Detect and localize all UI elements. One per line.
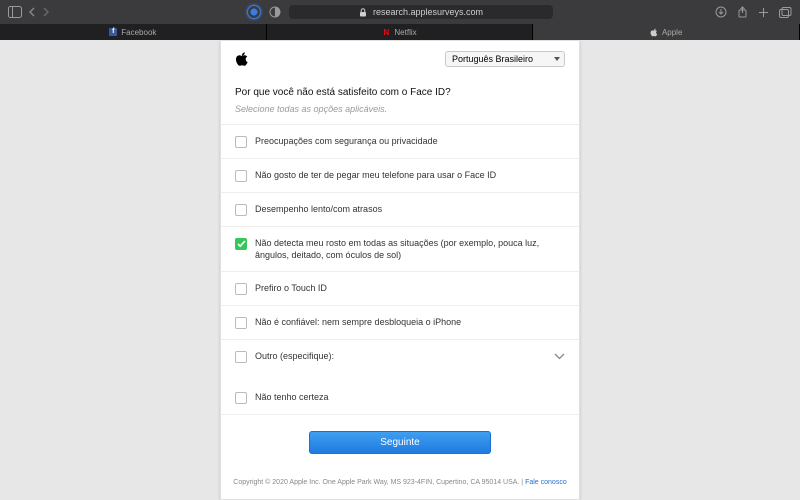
- checkbox[interactable]: [235, 170, 247, 182]
- tab-facebook[interactable]: f Facebook: [0, 24, 267, 40]
- tab-apple[interactable]: Apple: [533, 24, 800, 40]
- option-row[interactable]: Não é confiável: nem sempre desbloqueia …: [221, 306, 579, 340]
- option-row[interactable]: Não detecta meu rosto em todas as situaç…: [221, 227, 579, 272]
- apple-icon: [650, 28, 658, 36]
- page-viewport: Português Brasileiro Por que você não es…: [0, 40, 800, 500]
- survey-instruction: Selecione todas as opções aplicáveis.: [221, 102, 579, 124]
- footer-contact-link[interactable]: Fale conosco: [525, 479, 567, 486]
- privacy-report-icon[interactable]: [247, 5, 261, 19]
- checkbox[interactable]: [235, 204, 247, 216]
- option-row[interactable]: Desempenho lento/com atrasos: [221, 193, 579, 227]
- checkbox[interactable]: [235, 238, 247, 250]
- url-text: research.applesurveys.com: [373, 7, 483, 17]
- apple-logo-icon: [235, 51, 249, 67]
- lock-icon: [359, 8, 367, 17]
- option-row[interactable]: Não gosto de ter de pegar meu telefone p…: [221, 159, 579, 193]
- forward-button[interactable]: [42, 7, 50, 17]
- checkbox[interactable]: [235, 283, 247, 295]
- survey-question: Por que você não está satisfeito com o F…: [221, 73, 579, 102]
- downloads-icon[interactable]: [715, 6, 727, 18]
- checkbox[interactable]: [235, 317, 247, 329]
- next-button[interactable]: Seguinte: [309, 431, 490, 454]
- option-row[interactable]: Não tenho certeza: [221, 373, 579, 415]
- tab-label: Facebook: [121, 28, 156, 37]
- footer-copyright: Copyright © 2020 Apple Inc. One Apple Pa…: [233, 479, 525, 486]
- tab-label: Apple: [662, 28, 682, 37]
- sidebar-toggle-icon[interactable]: [8, 6, 22, 18]
- option-label: Preocupações com segurança ou privacidad…: [255, 135, 438, 147]
- language-select[interactable]: Português Brasileiro: [445, 51, 565, 67]
- footer: Copyright © 2020 Apple Inc. One Apple Pa…: [221, 472, 579, 498]
- option-label: Outro (especifique):: [255, 350, 334, 362]
- option-row[interactable]: Outro (especifique):: [221, 340, 579, 374]
- option-label: Não é confiável: nem sempre desbloqueia …: [255, 316, 461, 328]
- checkbox[interactable]: [235, 392, 247, 404]
- option-row[interactable]: Preocupações com segurança ou privacidad…: [221, 125, 579, 159]
- option-label: Não detecta meu rosto em todas as situaç…: [255, 237, 565, 261]
- survey-card: Português Brasileiro Por que você não es…: [220, 40, 580, 500]
- back-button[interactable]: [28, 7, 36, 17]
- option-row[interactable]: Prefiro o Touch ID: [221, 272, 579, 306]
- tab-strip: f Facebook N Netflix Apple: [0, 24, 800, 40]
- option-label: Não gosto de ter de pegar meu telefone p…: [255, 169, 496, 181]
- tab-netflix[interactable]: N Netflix: [267, 24, 534, 40]
- tabs-overview-icon[interactable]: [779, 7, 792, 18]
- netflix-icon: N: [382, 28, 390, 36]
- facebook-icon: f: [109, 28, 117, 36]
- tab-label: Netflix: [394, 28, 416, 37]
- checkbox[interactable]: [235, 351, 247, 363]
- shield-icon[interactable]: [269, 6, 281, 18]
- checkbox[interactable]: [235, 136, 247, 148]
- address-bar[interactable]: research.applesurveys.com: [289, 5, 553, 19]
- language-selected-value: Português Brasileiro: [452, 54, 533, 64]
- new-tab-icon[interactable]: [758, 7, 769, 18]
- chevron-down-icon[interactable]: [554, 352, 565, 362]
- option-label: Não tenho certeza: [255, 391, 329, 403]
- share-icon[interactable]: [737, 6, 748, 18]
- option-label: Desempenho lento/com atrasos: [255, 203, 382, 215]
- options-list: Preocupações com segurança ou privacidad…: [221, 124, 579, 415]
- browser-toolbar: research.applesurveys.com: [0, 0, 800, 24]
- option-label: Prefiro o Touch ID: [255, 282, 327, 294]
